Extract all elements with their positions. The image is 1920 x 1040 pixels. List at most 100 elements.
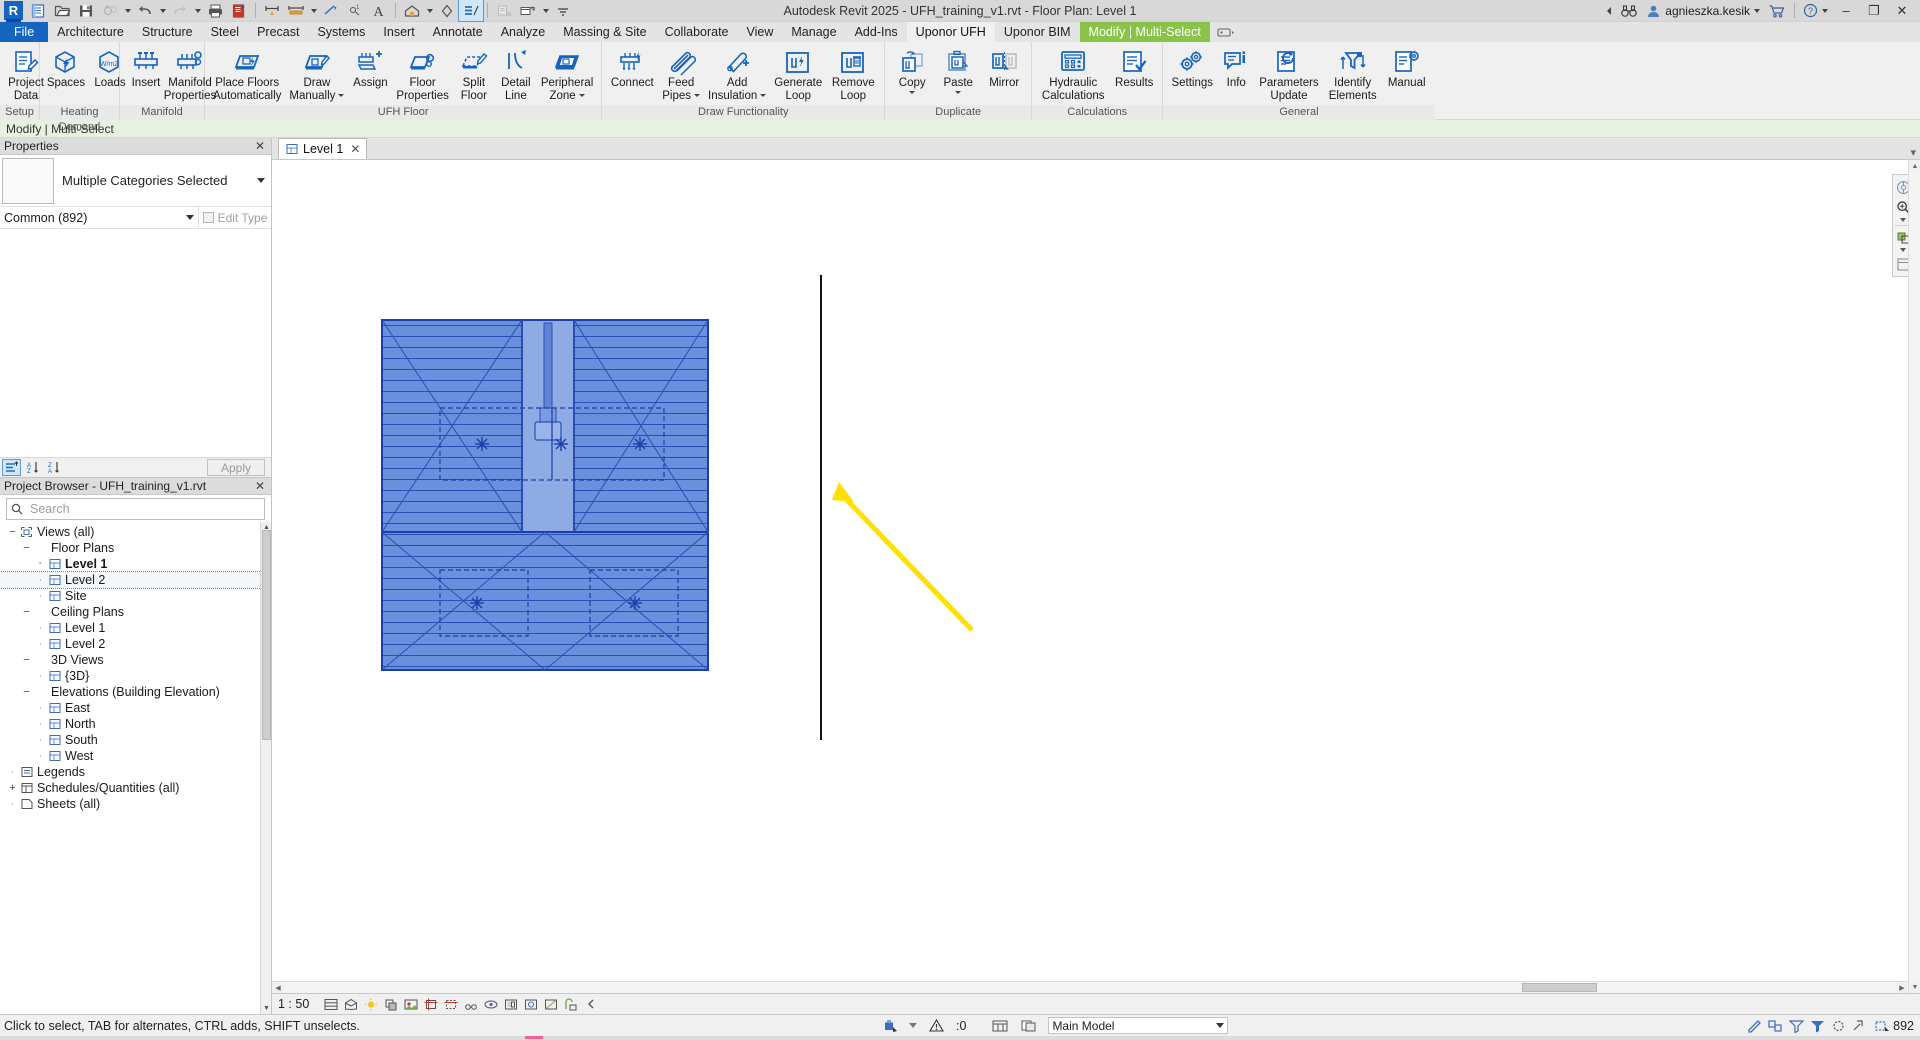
tab-insert[interactable]: Insert bbox=[374, 22, 423, 42]
press-drag-icon[interactable] bbox=[880, 1017, 899, 1035]
canvas-scroll-down-icon[interactable]: ▼ bbox=[1909, 981, 1920, 993]
collapse-icon[interactable] bbox=[581, 995, 601, 1014]
filter-selection-icon[interactable] bbox=[1808, 1017, 1827, 1035]
zoom-dropdown-caret-icon[interactable] bbox=[1900, 218, 1906, 222]
tab-analyze[interactable]: Analyze bbox=[492, 22, 554, 42]
peripheral-zone-caret-icon[interactable] bbox=[578, 93, 585, 97]
tab-precast[interactable]: Precast bbox=[248, 22, 308, 42]
tab-collaborate[interactable]: Collaborate bbox=[656, 22, 738, 42]
customize-qat-icon[interactable] bbox=[551, 0, 575, 21]
tree-item-views-all[interactable]: − Views (all) bbox=[0, 524, 271, 540]
family-combo[interactable]: Common (892) bbox=[0, 206, 199, 229]
settings-button[interactable]: Settings bbox=[1167, 45, 1217, 105]
tree-item-schedules-quantities-all[interactable]: + Schedules/Quantities (all) bbox=[0, 780, 271, 796]
user-account-button[interactable]: agnieszka.kesik bbox=[1642, 0, 1764, 22]
apply-button[interactable]: Apply bbox=[207, 459, 265, 476]
temporary-hide-status-icon[interactable] bbox=[1829, 1017, 1848, 1035]
tree-item-level-2[interactable]: · Level 2 bbox=[0, 571, 271, 589]
revit-logo-icon[interactable]: R bbox=[4, 1, 23, 22]
restore-button[interactable]: ❐ bbox=[1860, 0, 1888, 22]
tree-item-elevations-building-elevation[interactable]: − Elevations (Building Elevation) bbox=[0, 684, 271, 700]
view-dropdown-caret-icon[interactable] bbox=[424, 0, 435, 21]
canvas-vertical-scrollbar[interactable]: ▲ ▼ bbox=[1908, 160, 1920, 993]
rendering-dialog-icon[interactable] bbox=[401, 995, 421, 1014]
tree-expander-expand-icon[interactable]: + bbox=[6, 782, 19, 794]
help-menu-caret-icon[interactable] bbox=[1822, 8, 1828, 13]
text-icon[interactable]: A bbox=[367, 0, 391, 21]
tree-item-floor-plans[interactable]: − Floor Plans bbox=[0, 540, 271, 556]
close-hidden-windows-icon[interactable] bbox=[492, 0, 516, 21]
select-link-icon[interactable] bbox=[1850, 1017, 1869, 1035]
draw-manually-caret-icon[interactable] bbox=[338, 93, 345, 97]
tab-file[interactable]: File bbox=[0, 22, 49, 42]
type-selector-caret-icon[interactable] bbox=[253, 158, 269, 203]
ribbon-options-icon[interactable] bbox=[1210, 22, 1242, 42]
tree-scrollbar[interactable]: ▲ ▼ bbox=[260, 522, 271, 1014]
view-tab-close-icon[interactable]: ✕ bbox=[350, 142, 360, 156]
peripheral-zone-button[interactable]: Peripheral Zone bbox=[537, 45, 597, 105]
switch-windows-icon[interactable] bbox=[516, 0, 540, 21]
tag-by-category-icon[interactable] bbox=[284, 0, 308, 21]
measure-sheet-icon[interactable] bbox=[227, 0, 251, 21]
design-options-icon[interactable] bbox=[1019, 1017, 1038, 1035]
shopping-cart-icon[interactable] bbox=[1764, 0, 1790, 22]
lock-3d-view-icon[interactable] bbox=[461, 995, 481, 1014]
properties-list-icon[interactable] bbox=[2, 459, 21, 476]
edit-type-button[interactable]: Edit Type bbox=[199, 211, 271, 225]
sun-path-icon[interactable] bbox=[361, 995, 381, 1014]
tree-item-north[interactable]: · North bbox=[0, 716, 271, 732]
feed-pipes-button[interactable]: Feed Pipes bbox=[658, 45, 704, 105]
tree-scroll-down-icon[interactable]: ▼ bbox=[261, 1003, 271, 1014]
tab-massing-site[interactable]: Massing & Site bbox=[554, 22, 655, 42]
tab-structure[interactable]: Structure bbox=[133, 22, 202, 42]
feed-pipes-caret-icon[interactable] bbox=[694, 93, 701, 97]
tree-item-level-2[interactable]: · Level 2 bbox=[0, 636, 271, 652]
tab-modify-multi-select[interactable]: Modify | Multi-Select bbox=[1079, 22, 1210, 42]
manual-button[interactable]: Manual bbox=[1383, 45, 1431, 105]
mirror-button[interactable]: Mirror bbox=[981, 45, 1027, 105]
exclude-options-group[interactable] bbox=[909, 1023, 917, 1028]
temporary-view-properties-icon[interactable] bbox=[521, 995, 541, 1014]
visual-style-icon[interactable] bbox=[341, 995, 361, 1014]
tree-item-level-1[interactable]: · Level 1 bbox=[0, 620, 271, 636]
tree-item-ceiling-plans[interactable]: − Ceiling Plans bbox=[0, 604, 271, 620]
crop-view-icon[interactable] bbox=[421, 995, 441, 1014]
redo-dropdown-caret-icon[interactable] bbox=[192, 0, 203, 21]
redo-icon[interactable] bbox=[168, 0, 192, 21]
canvas-horizontal-scrollbar[interactable]: ◀ ▶ bbox=[272, 981, 1908, 993]
section-box-caret-icon[interactable] bbox=[1900, 248, 1906, 252]
assign-button[interactable]: Assign bbox=[348, 45, 392, 105]
tree-expander-collapse-icon[interactable]: − bbox=[20, 606, 33, 618]
design-option-caret-icon[interactable] bbox=[1216, 1023, 1225, 1028]
exclude-options-icon[interactable] bbox=[1787, 1017, 1806, 1035]
add-insulation-caret-icon[interactable] bbox=[760, 93, 767, 97]
crop-region-visible-icon[interactable] bbox=[441, 995, 461, 1014]
tree-item-south[interactable]: · South bbox=[0, 732, 271, 748]
tab-manage[interactable]: Manage bbox=[782, 22, 845, 42]
canvas-scroll-up-icon[interactable]: ▲ bbox=[1909, 160, 1920, 172]
detail-line-button[interactable]: Detail Line bbox=[495, 45, 537, 105]
analytical-model-icon[interactable] bbox=[541, 995, 561, 1014]
minimize-button[interactable]: – bbox=[1832, 0, 1860, 22]
collapse-left-icon[interactable] bbox=[1602, 0, 1616, 22]
text-linear-icon[interactable] bbox=[319, 0, 343, 21]
tag-dropdown-caret-icon[interactable] bbox=[308, 0, 319, 21]
tree-scroll-thumb[interactable] bbox=[262, 530, 271, 740]
tab-uponor-bim[interactable]: Uponor BIM bbox=[995, 22, 1080, 42]
aligned-dimension-icon[interactable] bbox=[260, 0, 284, 21]
undo-dropdown-caret-icon[interactable] bbox=[157, 0, 168, 21]
add-insulation-button[interactable]: Add Insulation bbox=[704, 45, 770, 105]
tree-expander-collapse-icon[interactable]: − bbox=[20, 654, 33, 666]
detail-level-icon[interactable] bbox=[321, 995, 341, 1014]
sort-az-icon[interactable]: AZ bbox=[23, 459, 42, 476]
save-icon[interactable] bbox=[74, 0, 98, 21]
view-tab-level-1[interactable]: Level 1 ✕ bbox=[278, 138, 368, 159]
results-button[interactable]: Results bbox=[1110, 45, 1158, 105]
tab-annotate[interactable]: Annotate bbox=[424, 22, 492, 42]
insert-manifold-button[interactable]: Insert bbox=[124, 45, 168, 105]
tab-steel[interactable]: Steel bbox=[202, 22, 249, 42]
project-browser-close-icon[interactable]: ✕ bbox=[253, 479, 267, 493]
view-scale-label[interactable]: 1 : 50 bbox=[278, 997, 309, 1011]
copy-button[interactable]: Copy bbox=[889, 45, 935, 105]
worksets-icon[interactable] bbox=[990, 1017, 1009, 1035]
